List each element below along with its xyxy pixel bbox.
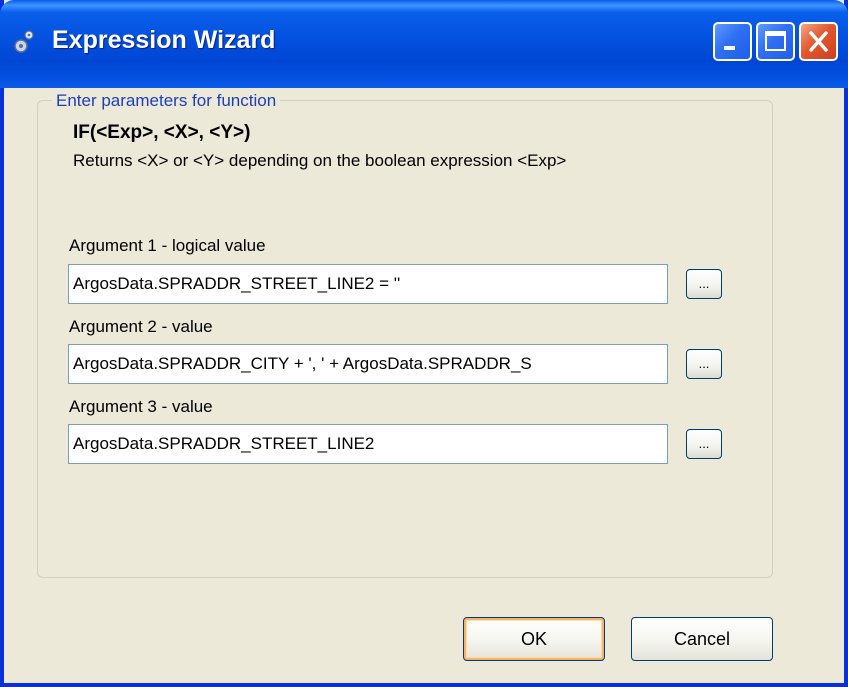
maximize-button[interactable] (756, 22, 795, 61)
window-title: Expression Wizard (52, 26, 276, 54)
argument-3-label: Argument 3 - value (69, 397, 213, 416)
cancel-button[interactable]: Cancel (631, 617, 773, 661)
minimize-icon (724, 46, 735, 50)
gear-icon (12, 26, 36, 58)
argument-1-label: Argument 1 - logical value (69, 236, 266, 255)
close-button[interactable] (799, 22, 838, 61)
groupbox-legend: Enter parameters for function (52, 91, 281, 111)
minimize-button[interactable] (713, 22, 752, 61)
argument-2-label: Argument 2 - value (69, 317, 213, 336)
argument-2-browse-button[interactable]: ... (686, 349, 722, 379)
function-description: Returns <X> or <Y> depending on the bool… (73, 151, 567, 170)
argument-3-input[interactable] (68, 424, 668, 464)
argument-3-browse-button[interactable]: ... (686, 429, 722, 459)
close-icon (809, 31, 828, 52)
parameters-groupbox (37, 100, 773, 578)
expression-wizard-window: Expression Wizard Enter parameters for f… (0, 0, 848, 687)
maximize-icon (765, 31, 786, 51)
argument-2-input[interactable] (68, 344, 668, 384)
ok-button[interactable]: OK (463, 617, 605, 661)
argument-1-browse-button[interactable]: ... (686, 269, 722, 299)
argument-1-input[interactable] (68, 264, 668, 304)
function-signature: IF(<Exp>, <X>, <Y>) (73, 122, 251, 143)
title-bar[interactable]: Expression Wizard (0, 0, 848, 88)
